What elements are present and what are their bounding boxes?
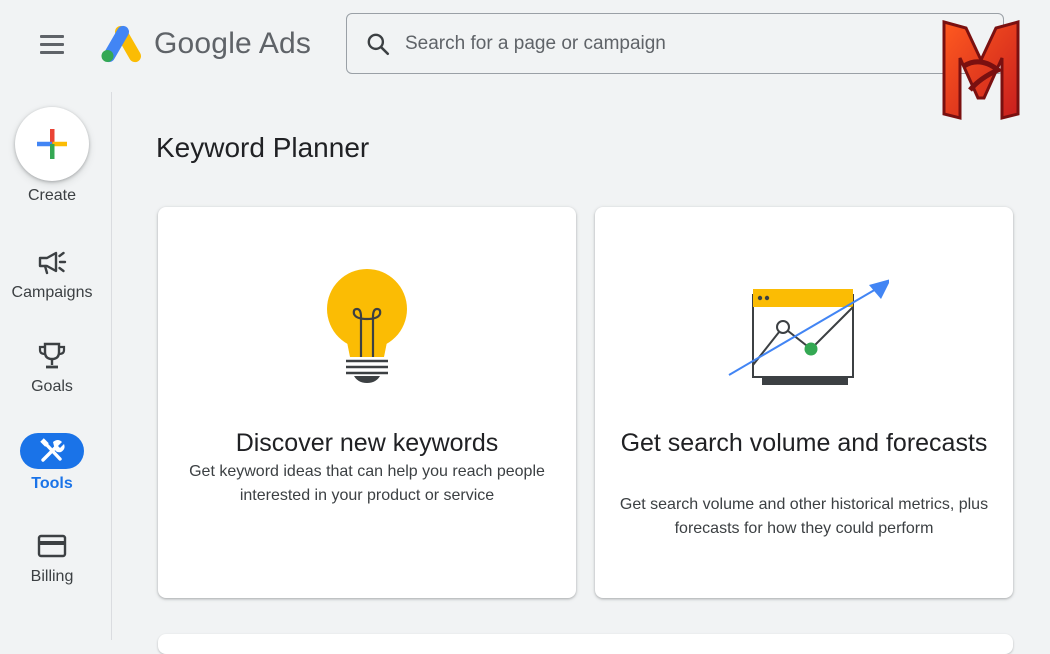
app-name: Google Ads bbox=[154, 27, 312, 60]
create-button[interactable] bbox=[15, 107, 89, 181]
sidebar-item-goals[interactable]: Goals bbox=[0, 340, 104, 396]
menu-bar bbox=[40, 34, 64, 38]
sidebar-item-create[interactable]: Create bbox=[0, 107, 104, 205]
sidebar-item-campaigns[interactable]: Campaigns bbox=[0, 246, 104, 302]
discover-keywords-card[interactable]: Discover new keywords Get keyword ideas … bbox=[158, 207, 576, 598]
trophy-icon bbox=[38, 342, 66, 369]
sidebar-item-label: Tools bbox=[31, 475, 73, 492]
card-description: Get keyword ideas that can help you reac… bbox=[189, 463, 545, 504]
lightbulb-icon bbox=[327, 269, 407, 383]
credit-card-icon bbox=[37, 534, 67, 558]
card-description: Get search volume and other historical m… bbox=[619, 496, 989, 537]
search-icon bbox=[367, 33, 390, 55]
google-ads-logo[interactable]: Google Ads bbox=[100, 22, 311, 66]
menu-bar bbox=[40, 50, 64, 54]
google-ads-logo-icon bbox=[101, 25, 141, 63]
search-volume-card[interactable]: Get search volume and forecasts Get sear… bbox=[595, 207, 1013, 598]
menu-bar bbox=[40, 42, 64, 46]
plus-icon bbox=[37, 129, 67, 159]
main-menu-button[interactable] bbox=[30, 28, 74, 60]
sidebar-item-billing[interactable]: Billing bbox=[0, 530, 104, 586]
sidebar-divider bbox=[111, 92, 112, 640]
sidebar-item-label: Billing bbox=[30, 568, 74, 585]
megaphone-icon bbox=[38, 251, 67, 275]
channel-logo-icon bbox=[942, 20, 1020, 120]
next-card-partial bbox=[158, 634, 1013, 654]
card-title: Get search volume and forecasts bbox=[620, 429, 988, 457]
card-title: Discover new keywords bbox=[235, 429, 499, 457]
search-bar[interactable] bbox=[346, 13, 1004, 74]
active-indicator bbox=[20, 433, 84, 469]
sidebar-item-tools[interactable]: Tools bbox=[0, 433, 104, 493]
sidebar-item-label: Create bbox=[27, 187, 77, 204]
tools-icon bbox=[40, 438, 65, 462]
search-input[interactable] bbox=[403, 31, 927, 56]
forecast-chart-icon bbox=[728, 279, 889, 385]
page-title: Keyword Planner bbox=[156, 132, 370, 163]
sidebar-item-label: Campaigns bbox=[11, 284, 93, 301]
sidebar-item-label: Goals bbox=[31, 378, 73, 395]
